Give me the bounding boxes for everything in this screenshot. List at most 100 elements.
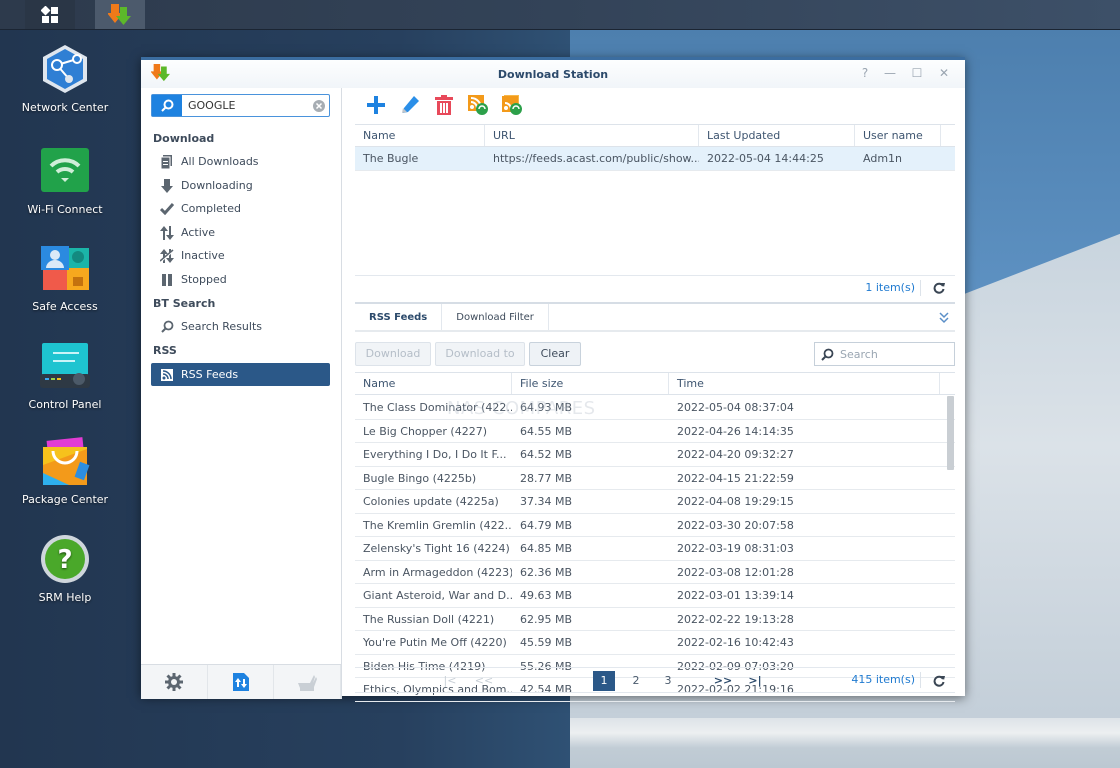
column-header-name[interactable]: Name [355,373,512,394]
window-title: Download Station [497,68,609,81]
search-icon [160,99,173,112]
desktop-icon-package-center[interactable]: Package Center [15,435,115,506]
sidebar-item-inactive[interactable]: Inactive [151,244,330,267]
desktop-icon-srm-help[interactable]: ? SRM Help [15,533,115,604]
item-name: You're Putin Me Off (4220) [363,636,507,649]
clear-icon [313,99,325,112]
feed-url: https://feeds.acast.com/public/show... [493,152,699,165]
item-time: 2022-03-08 12:01:28 [677,565,794,579]
sidebar-item-label: All Downloads [181,155,259,168]
refresh-all-feeds-button[interactable] [501,94,523,116]
sidebar-item-label: Completed [181,202,241,215]
table-row[interactable]: Le Big Chopper (4227) 64.55 MB 2022-04-26 … [355,420,955,443]
desktop-icon-safe-access[interactable]: Safe Access [15,242,115,313]
clear-search-button[interactable] [309,95,329,116]
minimize-button[interactable]: — [882,66,898,80]
checkmark-icon [159,202,175,216]
add-button[interactable] [365,94,387,116]
close-button[interactable]: ✕ [936,66,952,80]
sidebar: GOOGLE Download All Downloads Downloadin… [141,88,342,699]
delete-icon [435,95,453,115]
next-page-button[interactable]: >> [712,671,734,691]
desktop-icon-control-panel[interactable]: Control Panel [15,340,115,411]
table-row[interactable]: Bugle Bingo (4225b) 28.77 MB 2022-04-15 21… [355,467,955,490]
column-header-file-size[interactable]: File size [512,373,669,394]
refresh-icon[interactable] [933,282,945,294]
table-row[interactable]: Arm in Armageddon (4223) 62.36 MB 2022-03-… [355,561,955,584]
taskbar-download-station[interactable] [95,0,145,29]
arrow-down-icon [159,178,175,193]
edit-button[interactable] [399,94,421,116]
feeds-table-header: Name URL Last Updated User name [355,124,955,147]
divider [920,280,921,296]
collapse-icon[interactable] [939,312,949,324]
page-1-button[interactable]: 1 [593,671,615,691]
add-icon [367,96,385,114]
download-station-window: Download Station ? — ☐ ✕ GOOGLE Download… [141,57,965,702]
download-to-button[interactable]: Download to [435,342,525,366]
first-page-button[interactable]: |< [439,671,461,691]
item-time: 2022-02-16 10:42:43 [677,636,794,649]
wifi-icon [41,148,89,192]
feed-row[interactable]: The Bugle https://feeds.acast.com/public… [355,147,955,171]
sidebar-item-label: RSS Feeds [181,368,239,381]
refresh-icon[interactable] [933,675,945,687]
bt-transfer-button[interactable] [208,665,275,699]
document-icon [159,154,175,169]
sidebar-item-completed[interactable]: Completed [151,197,330,220]
search-placeholder: Search [840,347,878,361]
table-row[interactable]: The Kremlin Gremlin (422... 64.79 MB 2022-… [355,514,955,537]
sidebar-item-stopped[interactable]: Stopped [151,268,330,291]
desktop-icon-wifi-connect[interactable]: Wi-Fi Connect [15,145,115,216]
divider [920,672,921,688]
table-row[interactable]: Colonies update (4225a) 37.34 MB 2022-04-0… [355,490,955,514]
sidebar-item-downloading[interactable]: Downloading [151,174,330,197]
page-3-button[interactable]: 3 [657,671,679,691]
search-button[interactable] [152,95,182,116]
page-2-button[interactable]: 2 [625,671,647,691]
sidebar-item-rss-feeds[interactable]: RSS Feeds [151,363,330,386]
clear-button[interactable]: Clear [529,342,581,366]
table-row[interactable]: The Russian Doll (4221) 62.95 MB 2022-02-2… [355,608,955,631]
column-header-time[interactable]: Time [669,373,940,394]
desktop-icon-network-center[interactable]: Network Center [15,43,115,114]
table-row[interactable]: You're Putin Me Off (4220) 45.59 MB 2022-0… [355,631,955,655]
inactive-icon [159,248,175,263]
table-row[interactable]: Giant Asteroid, War and D... 49.63 MB 2022… [355,584,955,608]
tab-download-filter[interactable]: Download Filter [442,304,549,330]
sidebar-search[interactable]: GOOGLE [151,94,330,117]
sidebar-item-all-downloads[interactable]: All Downloads [151,150,330,173]
column-header-url[interactable]: URL [485,125,699,146]
table-row[interactable]: Zelensky's Tight 16 (4224) 64.85 MB 2022-0… [355,537,955,561]
refresh-feed-button[interactable] [467,94,489,116]
prev-page-button[interactable]: << [473,671,495,691]
column-header-user-name[interactable]: User name [855,125,941,146]
scrollbar[interactable] [947,396,954,470]
column-header-name[interactable]: Name [355,125,485,146]
desktop-background-floor [570,718,1120,768]
item-time: 2022-05-04 08:37:04 [677,401,794,414]
table-row[interactable]: The Class Dominator (422... 64.93 MB 2022-… [355,396,955,420]
column-header-last-updated[interactable]: Last Updated [699,125,855,146]
download-button[interactable]: Download [355,342,431,366]
sidebar-item-active[interactable]: Active [151,221,330,244]
maximize-button[interactable]: ☐ [909,66,925,80]
settings-button[interactable] [141,665,208,699]
help-button[interactable]: ? [857,66,873,80]
emule-button[interactable] [274,665,342,699]
window-titlebar[interactable]: Download Station ? — ☐ ✕ [141,60,965,88]
table-row[interactable]: Everything I Do, I Do It F... 64.52 MB 202… [355,443,955,467]
item-file-size: 37.34 MB [520,495,573,508]
item-name: The Kremlin Gremlin (422... [363,518,512,532]
search-input[interactable]: GOOGLE [182,95,309,116]
last-page-button[interactable]: >| [744,671,766,691]
main-menu-button[interactable] [25,0,75,29]
up-down-arrows-icon [159,225,175,240]
items-search-input[interactable]: Search [814,342,955,366]
settings-icon [164,673,183,691]
tab-rss-feeds[interactable]: RSS Feeds [355,304,443,330]
sidebar-item-search-results[interactable]: Search Results [151,315,330,338]
delete-button[interactable] [433,94,455,116]
toolbar [365,94,523,116]
item-time: 2022-03-19 08:31:03 [677,542,794,555]
